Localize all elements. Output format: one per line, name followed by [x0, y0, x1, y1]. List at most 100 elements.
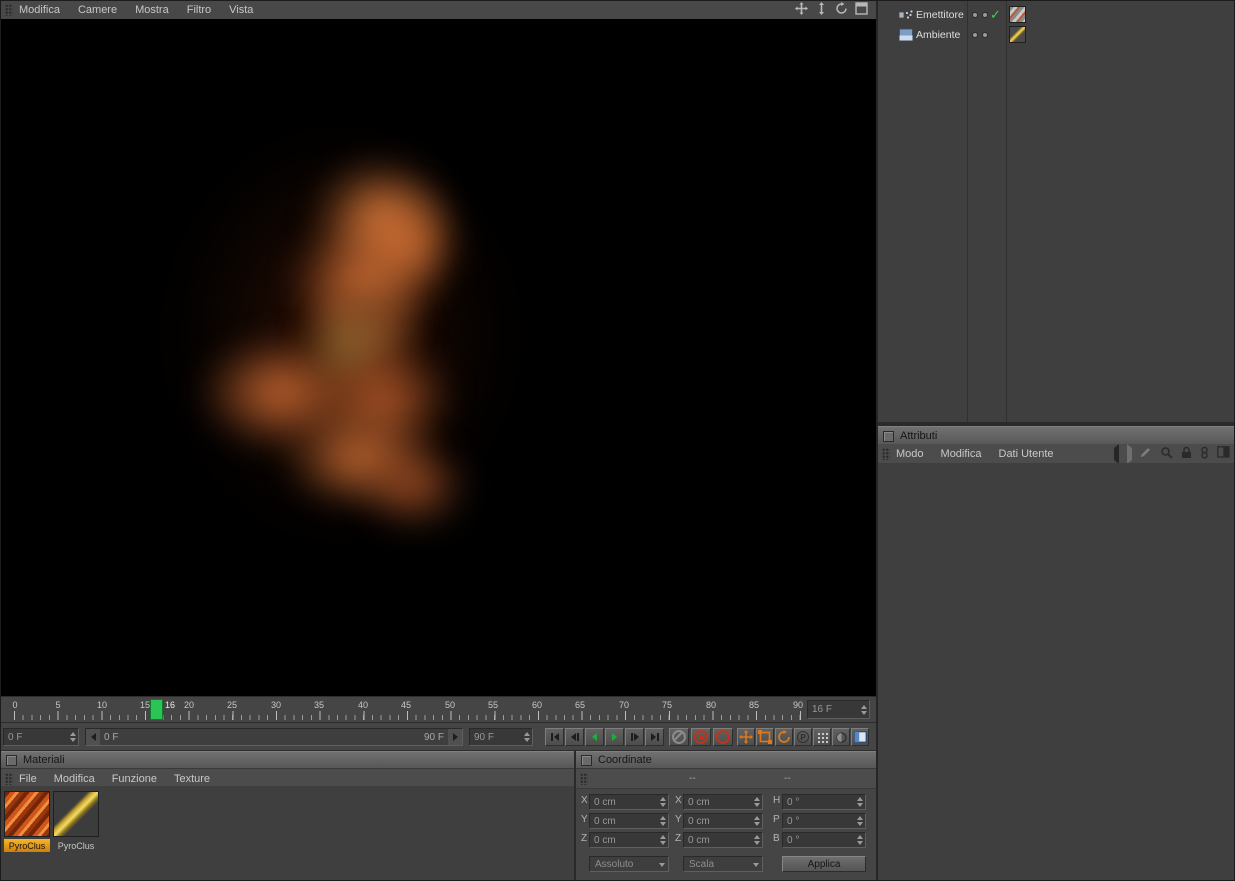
- materials-grip-icon[interactable]: [5, 772, 13, 785]
- end-frame-stepper[interactable]: [524, 729, 530, 745]
- stepper[interactable]: [754, 795, 760, 809]
- range-start-arrow-icon[interactable]: [86, 729, 100, 745]
- apply-button[interactable]: Applica: [782, 856, 866, 872]
- coordinates-titlebar[interactable]: Coordinate: [576, 751, 876, 769]
- coord-field-rot-b[interactable]: 0 °: [782, 832, 866, 848]
- material-thumbnail-pyrocluster-2[interactable]: [53, 791, 99, 837]
- layout-panel-button[interactable]: [851, 728, 869, 746]
- renderer-visibility-dot[interactable]: [982, 32, 988, 38]
- play-forward-button[interactable]: [605, 728, 624, 746]
- material-thumbnail-pyrocluster[interactable]: [4, 791, 50, 837]
- next-frame-button[interactable]: [625, 728, 644, 746]
- current-frame-marker[interactable]: [150, 699, 163, 720]
- lock-icon[interactable]: [1181, 446, 1192, 462]
- object-name-label[interactable]: Emettitore: [916, 9, 964, 21]
- menu-filtro[interactable]: Filtro: [187, 4, 211, 16]
- texture-tag-icon[interactable]: [1009, 6, 1026, 23]
- coord-field-rot-p[interactable]: 0 °: [782, 813, 866, 829]
- menu-camere[interactable]: Camere: [78, 4, 117, 16]
- renderer-visibility-dot[interactable]: [982, 12, 988, 18]
- dock-icon[interactable]: [1217, 446, 1230, 461]
- timeline-tick: 35: [313, 700, 325, 710]
- viewport-3d[interactable]: [1, 19, 876, 696]
- search-icon[interactable]: [1160, 446, 1173, 462]
- record-parameter-button[interactable]: P: [794, 728, 812, 746]
- stepper[interactable]: [857, 814, 863, 828]
- record-off-button[interactable]: [669, 728, 689, 746]
- stepper[interactable]: [754, 833, 760, 847]
- attributes-menu-modifica[interactable]: Modifica: [941, 448, 982, 460]
- record-pla-button[interactable]: [813, 728, 831, 746]
- prev-frame-button[interactable]: [565, 728, 584, 746]
- materials-menu-file[interactable]: File: [19, 773, 37, 785]
- stepper[interactable]: [660, 814, 666, 828]
- toggle-panel-icon[interactable]: [855, 2, 868, 18]
- history-back-icon[interactable]: [1114, 443, 1119, 464]
- current-frame-stepper[interactable]: [861, 701, 867, 718]
- menu-modifica[interactable]: Modifica: [19, 4, 60, 16]
- materials-menu-funzione[interactable]: Funzione: [112, 773, 157, 785]
- rotate-view-icon[interactable]: [835, 2, 848, 18]
- goto-end-button[interactable]: [645, 728, 664, 746]
- mode-dropdown[interactable]: Assoluto: [589, 856, 669, 872]
- timeline-tick: 5: [55, 700, 61, 710]
- link-icon[interactable]: [1200, 446, 1209, 462]
- scale-dropdown[interactable]: Scala: [683, 856, 763, 872]
- coord-field-size-y[interactable]: 0 cm: [683, 813, 763, 829]
- object-name-label[interactable]: Ambiente: [916, 29, 960, 41]
- pla-grid-icon: [816, 731, 828, 743]
- material-name-label[interactable]: PyroClus: [53, 839, 99, 852]
- texture-tag-icon[interactable]: [1009, 26, 1026, 43]
- attributes-grip-icon[interactable]: [882, 447, 890, 460]
- range-end-arrow-icon[interactable]: [448, 729, 462, 745]
- stepper[interactable]: [857, 833, 863, 847]
- play-backward-button[interactable]: [585, 728, 604, 746]
- start-frame-stepper[interactable]: [70, 729, 76, 745]
- attributes-menu-modo[interactable]: Modo: [896, 448, 924, 460]
- menubar-grip-icon[interactable]: [5, 4, 13, 16]
- stepper[interactable]: [754, 814, 760, 828]
- record-rotation-button[interactable]: [775, 728, 793, 746]
- viewport-menubar: Modifica Camere Mostra Filtro Vista: [1, 1, 876, 20]
- timeline-ruler[interactable]: 0 5 10 15 20 25 30 35 40 45 50 55 60 65 …: [1, 696, 876, 723]
- coord-field-rot-h[interactable]: 0 °: [782, 794, 866, 810]
- pan-view-icon[interactable]: [795, 2, 808, 18]
- frame-range-slider[interactable]: 0 F 90 F: [85, 728, 463, 746]
- menu-mostra[interactable]: Mostra: [135, 4, 169, 16]
- zoom-view-icon[interactable]: [815, 2, 828, 18]
- stepper[interactable]: [660, 795, 666, 809]
- materials-menu-modifica[interactable]: Modifica: [54, 773, 95, 785]
- autokey-button[interactable]: [713, 728, 733, 746]
- materials-titlebar[interactable]: Materiali: [1, 751, 574, 769]
- timeline-tick: 50: [444, 700, 456, 710]
- record-scale-button[interactable]: [756, 728, 774, 746]
- enable-checkmark-icon[interactable]: ✓: [990, 7, 1001, 23]
- attributes-menu-dati-utente[interactable]: Dati Utente: [999, 448, 1054, 460]
- history-forward-icon[interactable]: [1127, 443, 1132, 464]
- edit-icon[interactable]: [1140, 446, 1152, 461]
- goto-start-button[interactable]: [545, 728, 564, 746]
- coord-field-size-z[interactable]: 0 cm: [683, 832, 763, 848]
- end-frame-field[interactable]: 90 F: [469, 728, 533, 746]
- record-position-button[interactable]: [737, 728, 755, 746]
- coordinates-grip-icon[interactable]: [580, 772, 588, 785]
- coord-field-pos-z[interactable]: 0 cm: [589, 832, 669, 848]
- object-row-emettitore[interactable]: Emettitore ✓: [878, 5, 1234, 25]
- materials-menu-texture[interactable]: Texture: [174, 773, 210, 785]
- coord-field-size-x[interactable]: 0 cm: [683, 794, 763, 810]
- coord-field-pos-x[interactable]: 0 cm: [589, 794, 669, 810]
- start-frame-field[interactable]: 0 F: [3, 728, 79, 746]
- record-keyframe-button[interactable]: [691, 728, 711, 746]
- timeline-tick: 0: [12, 700, 18, 710]
- editor-visibility-dot[interactable]: [972, 12, 978, 18]
- object-row-ambiente[interactable]: Ambiente: [878, 25, 1234, 45]
- editor-visibility-dot[interactable]: [972, 32, 978, 38]
- stepper[interactable]: [660, 833, 666, 847]
- current-frame-field[interactable]: 16 F: [807, 700, 870, 719]
- attributes-titlebar[interactable]: Attributi: [878, 426, 1234, 446]
- keyframe-selection-button[interactable]: [832, 728, 850, 746]
- stepper[interactable]: [857, 795, 863, 809]
- coord-field-pos-y[interactable]: 0 cm: [589, 813, 669, 829]
- menu-vista[interactable]: Vista: [229, 4, 253, 16]
- material-name-label[interactable]: PyroClus: [4, 839, 50, 852]
